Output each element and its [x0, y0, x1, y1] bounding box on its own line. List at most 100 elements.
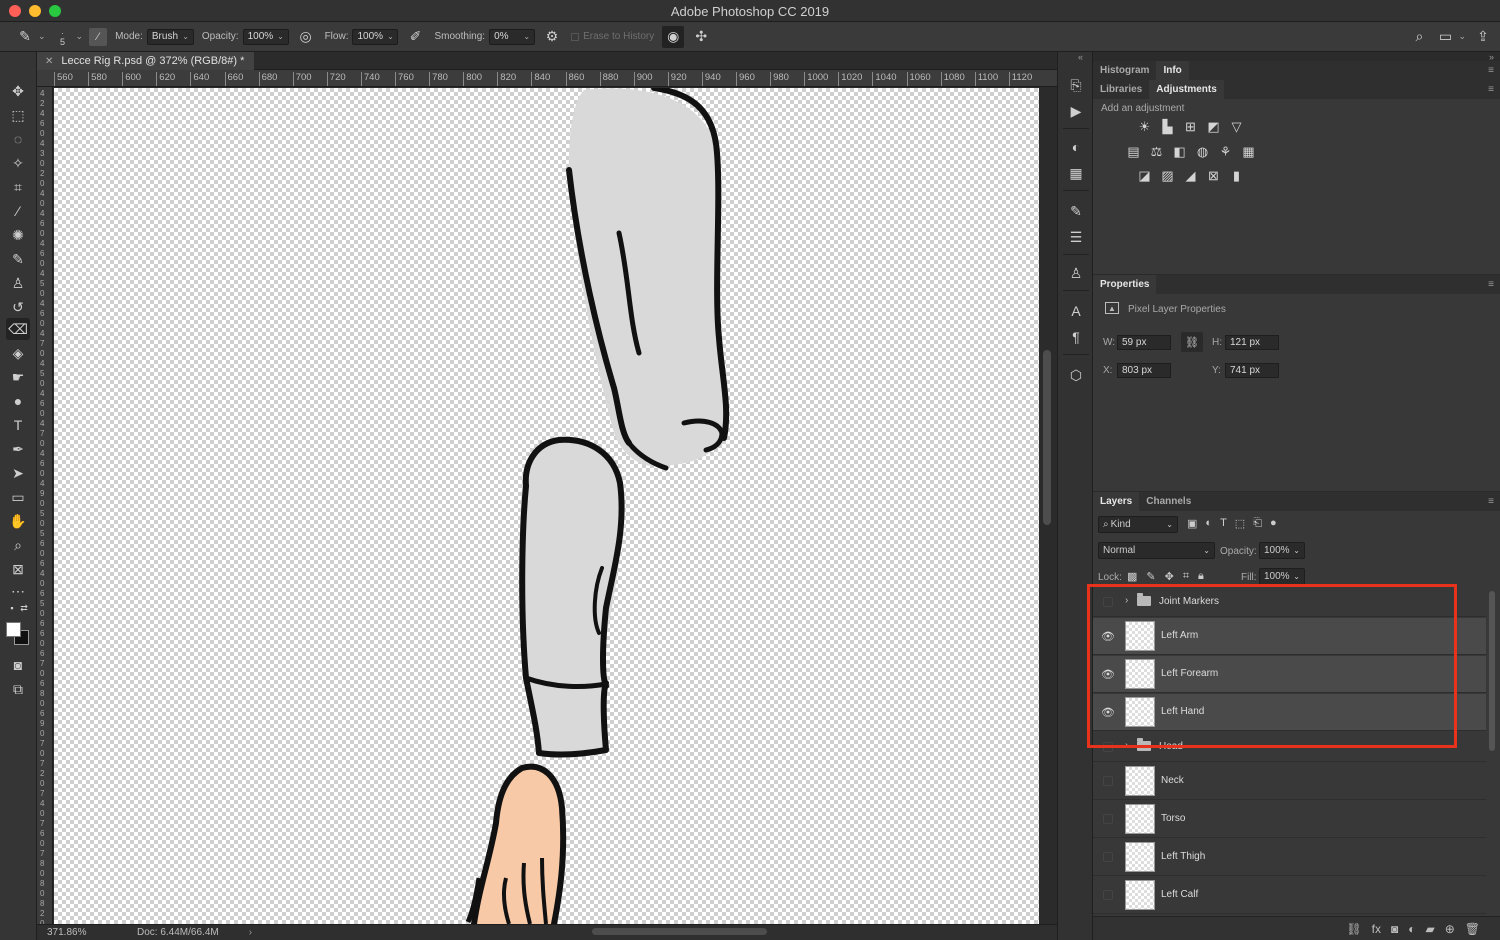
paragraph-panel-icon[interactable]: ¶	[1064, 326, 1088, 348]
visibility-eye-icon[interactable]: 👁︎	[1101, 629, 1115, 643]
brushes-panel-icon[interactable]: ☰	[1064, 226, 1088, 248]
layer-thumbnail[interactable]	[1125, 804, 1155, 834]
filter-type-icon[interactable]: T	[1220, 517, 1227, 530]
group-expand-chevron-icon[interactable]: ›	[1125, 740, 1128, 751]
vibrance-icon[interactable]: ▽	[1228, 118, 1245, 135]
layers-scrollbar[interactable]	[1489, 591, 1495, 751]
visibility-eye-icon[interactable]: 👁︎	[1101, 667, 1115, 681]
visibility-eye-icon[interactable]: 👁︎	[1101, 705, 1115, 719]
layer-style-fx-icon[interactable]: fx	[1372, 922, 1381, 936]
new-adjustment-layer-icon[interactable]: ◐	[1408, 922, 1415, 936]
layer-thumbnail[interactable]	[1125, 880, 1155, 910]
layer-thumbnail[interactable]	[1125, 621, 1155, 651]
lock-transparency-icon[interactable]: ▩	[1127, 570, 1137, 583]
type-tool-icon[interactable]: T	[6, 414, 30, 436]
height-field[interactable]: 121 px	[1225, 335, 1279, 350]
panel-menu-icon[interactable]: ≡	[1488, 496, 1494, 507]
layer-row[interactable]: Torso	[1093, 801, 1486, 838]
layer-name[interactable]: Neck	[1161, 775, 1184, 786]
crop-tool-icon[interactable]: ⌗	[6, 176, 30, 198]
new-layer-icon[interactable]: ⊕	[1445, 922, 1455, 936]
3d-panel-icon[interactable]: ⬡	[1064, 364, 1088, 386]
layer-thumbnail[interactable]	[1125, 659, 1155, 689]
brush-tool-icon[interactable]: ✎	[6, 248, 30, 270]
pressure-opacity-icon[interactable]: ◎	[295, 26, 317, 48]
path-selection-tool-icon[interactable]: ➤	[6, 462, 30, 484]
actions-panel-icon[interactable]: ▶	[1064, 100, 1088, 122]
layer-row[interactable]: 👁︎ Left Hand	[1093, 694, 1486, 731]
flow-field[interactable]: 100% ⌄	[352, 28, 399, 45]
layer-name[interactable]: Left Thigh	[1161, 851, 1205, 862]
layer-group-row[interactable]: › Head	[1093, 732, 1486, 762]
clone-source-panel-icon[interactable]: ♙	[1064, 262, 1088, 284]
filter-adjustment-icon[interactable]: ◐	[1205, 517, 1212, 530]
screen-mode-icon[interactable]: ⧉	[6, 678, 30, 700]
visibility-eye-icon[interactable]	[1103, 596, 1113, 607]
canvas[interactable]	[54, 88, 1039, 924]
airbrush-icon[interactable]: ✐	[404, 26, 426, 48]
filter-shape-icon[interactable]: ⬚	[1235, 517, 1245, 530]
invert-icon[interactable]: ◪	[1136, 167, 1153, 184]
curves-icon[interactable]: ⊞	[1182, 118, 1199, 135]
more-tools-icon[interactable]: ⋯	[6, 580, 30, 602]
layer-name[interactable]: Left Calf	[1161, 889, 1198, 900]
horizontal-scrollbar[interactable]	[592, 928, 767, 935]
smudge-tool-icon[interactable]: ☛	[6, 366, 30, 388]
visibility-eye-icon[interactable]	[1103, 852, 1113, 862]
layer-name[interactable]: Left Forearm	[1161, 668, 1218, 679]
history-brush-tool-icon[interactable]: ↺	[6, 296, 30, 318]
magic-wand-tool-icon[interactable]: ✧	[6, 152, 30, 174]
x-field[interactable]: 803 px	[1117, 363, 1171, 378]
delete-layer-icon[interactable]: 🗑︎	[1465, 922, 1480, 936]
exposure-icon[interactable]: ◩	[1205, 118, 1222, 135]
link-layers-icon[interactable]: ⛓	[1346, 922, 1361, 936]
tab-properties[interactable]: Properties	[1093, 275, 1157, 294]
swatches-panel-icon[interactable]: ▦	[1064, 162, 1088, 184]
lock-position-icon[interactable]: ✥	[1165, 570, 1174, 583]
move-tool-icon[interactable]: ✥	[6, 80, 30, 102]
share-icon[interactable]: ⇪	[1472, 26, 1494, 48]
eraser-preset-icon[interactable]: ✎	[14, 26, 36, 48]
visibility-eye-icon[interactable]	[1103, 890, 1113, 900]
link-dimensions-icon[interactable]: ⛓	[1181, 332, 1203, 352]
opacity-field[interactable]: 100% ⌄	[242, 28, 289, 45]
brush-settings-icon[interactable]: ⁄	[89, 27, 108, 46]
status-menu-arrow-icon[interactable]: ›	[249, 927, 252, 938]
threshold-icon[interactable]: ◢	[1182, 167, 1199, 184]
close-tab-icon[interactable]: ✕	[45, 56, 53, 67]
levels-icon[interactable]: ▙	[1159, 118, 1176, 135]
workspace-chevron-icon[interactable]: ⌄	[1458, 31, 1466, 42]
healing-brush-tool-icon[interactable]: ✺	[6, 224, 30, 246]
lock-all-icon[interactable]: 🔒︎	[1198, 570, 1204, 583]
lock-pixels-icon[interactable]: ✎	[1146, 570, 1155, 583]
pen-tool-icon[interactable]: ✒	[6, 438, 30, 460]
default-colors-icon[interactable]: ▪	[6, 602, 18, 614]
layer-opacity-field[interactable]: 100% ⌄	[1259, 542, 1305, 559]
eyedropper-tool-icon[interactable]: ⁄	[6, 200, 30, 222]
tab-adjustments[interactable]: Adjustments	[1149, 80, 1224, 99]
history-panel-icon[interactable]: ⎘	[1064, 74, 1088, 96]
tab-layers[interactable]: Layers	[1093, 492, 1140, 511]
smoothing-settings-gear-icon[interactable]: ⚙	[541, 26, 563, 48]
layer-thumbnail[interactable]	[1125, 697, 1155, 727]
black-white-icon[interactable]: ◧	[1171, 143, 1188, 160]
search-icon[interactable]: ⌕	[1408, 26, 1430, 48]
posterize-icon[interactable]: ▨	[1159, 167, 1176, 184]
brush-settings-panel-icon[interactable]: ✎	[1064, 200, 1088, 222]
hand-tool-icon[interactable]: ✋	[6, 510, 30, 532]
smoothing-field[interactable]: 0% ⌄	[489, 28, 536, 45]
filter-toggle-icon[interactable]: ●	[1270, 517, 1277, 530]
layer-row[interactable]: Neck	[1093, 763, 1486, 800]
dodge-tool-icon[interactable]: ●	[6, 390, 30, 412]
zoom-level[interactable]: 371.86%	[47, 927, 127, 938]
selective-color-icon[interactable]: ⊠	[1205, 167, 1222, 184]
panel-menu-icon[interactable]: ≡	[1488, 65, 1494, 76]
symmetry-butterfly-icon[interactable]: ✣	[690, 26, 712, 48]
erase-to-history-checkbox[interactable]	[571, 32, 580, 41]
layer-row[interactable]: 👁︎ Left Arm	[1093, 618, 1486, 655]
blend-mode-select[interactable]: Normal ⌄	[1098, 542, 1215, 559]
new-group-icon[interactable]: ▰	[1425, 922, 1434, 936]
zoom-tool-icon[interactable]: ⌕	[6, 534, 30, 556]
layer-filter-kind-select[interactable]: ⌕ Kind ⌄	[1098, 516, 1178, 533]
visibility-eye-icon[interactable]	[1103, 776, 1113, 786]
